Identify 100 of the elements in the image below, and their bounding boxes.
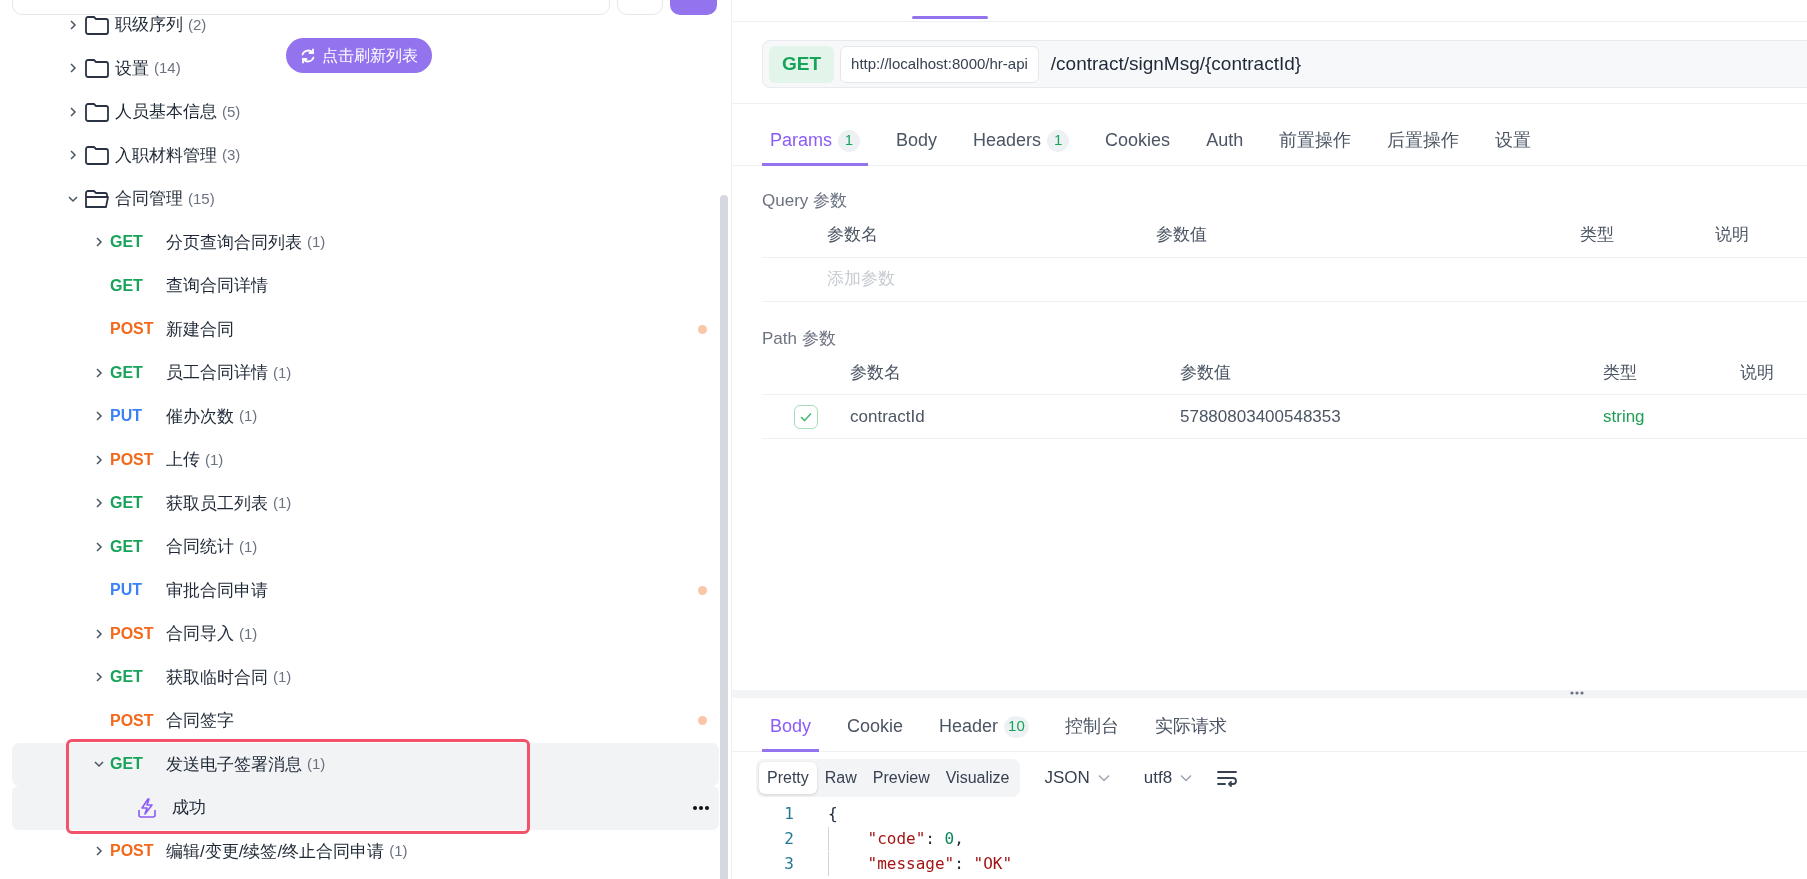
chevron-icon <box>95 453 103 466</box>
view-mode-option[interactable]: Visualize <box>937 762 1018 794</box>
column-header: 参数名 <box>850 361 902 384</box>
tree-item[interactable]: POST 上传 (1) <box>12 438 224 482</box>
method-label: POST <box>110 623 155 644</box>
code-line: "code": 0, <box>828 826 964 851</box>
view-mode-option[interactable]: Raw <box>816 762 865 794</box>
method-label: PUT <box>110 580 143 601</box>
url-path[interactable]: /contract/signMsg/{contractId} <box>1050 49 1302 79</box>
item-label: 获取临时合同 <box>166 666 268 689</box>
item-label: 编辑/变更/续签/终止合同申请 <box>166 840 385 863</box>
section-title: Path 参数 <box>761 327 837 350</box>
count-badge: 1 <box>838 129 860 152</box>
refresh-icon <box>300 47 316 64</box>
tab[interactable]: 设置 <box>1487 118 1540 166</box>
method-label: POST <box>110 841 155 862</box>
code-line: { <box>828 802 838 825</box>
item-label: 新建合同 <box>166 318 234 341</box>
chevron-icon <box>1097 774 1110 782</box>
tab[interactable]: 控制台 <box>1056 704 1127 752</box>
chevron-icon <box>69 149 77 162</box>
tree-item[interactable]: GET 查询合同详情 <box>12 264 268 308</box>
grip-icon <box>1570 691 1584 695</box>
table-cell-text: string <box>1603 405 1646 428</box>
tree-item[interactable]: GET 分页查询合同列表 (1) <box>12 220 326 264</box>
tree-item[interactable]: 职级序列 (2) <box>12 3 207 47</box>
method-label: GET <box>110 232 144 253</box>
checkbox[interactable] <box>794 404 818 429</box>
tree-item[interactable]: GET 员工合同详情 (1) <box>12 351 292 395</box>
tree-item[interactable]: POST 合同导入 (1) <box>12 612 258 656</box>
item-count: (1) <box>273 493 292 513</box>
column-header: 类型 <box>1580 224 1615 247</box>
tree-item[interactable]: 成功 <box>12 786 719 830</box>
dropdown[interactable]: utf8 <box>1133 765 1203 791</box>
tab[interactable]: Body <box>888 118 946 166</box>
chevron-icon <box>67 194 79 203</box>
method-label: GET <box>110 754 144 775</box>
tree-item[interactable]: 设置 (14) <box>12 46 181 90</box>
item-count: (14) <box>154 58 181 78</box>
dropdown[interactable]: JSON <box>1034 765 1120 791</box>
tab[interactable]: Auth <box>1198 118 1252 166</box>
item-count: (1) <box>389 841 408 861</box>
item-label: 分页查询合同列表 <box>166 231 302 254</box>
tree-item[interactable]: GET 合同统计 (1) <box>12 525 258 569</box>
item-label: 合同签字 <box>166 710 234 732</box>
chevron-icon <box>93 760 105 769</box>
wrap-icon <box>1216 769 1239 787</box>
tab[interactable]: Body <box>762 704 820 752</box>
line-number: 3 <box>783 852 794 875</box>
tab[interactable]: Cookies <box>1097 118 1179 166</box>
tab[interactable]: Cookie <box>839 704 912 752</box>
folder-icon <box>84 144 110 167</box>
method-label: GET <box>110 667 144 688</box>
chevron-icon <box>95 540 103 553</box>
tree-item[interactable]: PUT 催办次数 (1) <box>12 394 258 438</box>
code-line: "message": "OK" <box>828 851 1013 876</box>
item-count: (1) <box>273 362 292 383</box>
item-label: 上传 <box>166 449 200 471</box>
example-icon <box>136 796 158 819</box>
tab[interactable]: 实际请求 <box>1146 704 1235 752</box>
method-label: GET <box>110 362 144 383</box>
tree-item[interactable]: GET 获取临时合同 (1) <box>12 655 292 699</box>
count-badge: 1 <box>1047 129 1070 152</box>
item-count: (5) <box>222 101 241 122</box>
item-label: 设置 <box>115 57 149 80</box>
tree-item[interactable]: PUT 审批合同申请 <box>12 568 719 612</box>
method-label: POST <box>110 319 155 340</box>
tab[interactable]: 前置操作 <box>1271 118 1360 166</box>
method-label: GET <box>110 536 144 557</box>
tree-item[interactable]: 人员基本信息 (5) <box>12 90 241 134</box>
tree-item[interactable]: GET 发送电子签署消息 (1) <box>12 742 719 786</box>
tab[interactable]: 后置操作 <box>1379 118 1468 166</box>
method-label: GET <box>110 275 144 296</box>
tree-item[interactable]: 合同管理 (15) <box>12 177 215 221</box>
item-count: (1) <box>273 667 292 687</box>
tab[interactable]: Header 10 <box>931 704 1037 752</box>
view-mode-option[interactable]: Pretty <box>759 762 817 794</box>
refresh-button[interactable]: 点击刷新列表 <box>286 38 432 73</box>
tab[interactable]: Params 1 <box>762 118 868 166</box>
tree-item[interactable]: 入职材料管理 (3) <box>12 133 241 177</box>
tree-item[interactable]: POST 编辑/变更/续签/终止合同申请 (1) <box>12 829 408 873</box>
item-count: (2) <box>188 14 207 35</box>
method-label: GET <box>110 493 144 514</box>
view-mode-option[interactable]: Preview <box>864 762 938 794</box>
scrollbar[interactable] <box>720 195 728 879</box>
item-label: 入职材料管理 <box>115 144 217 167</box>
item-label: 催办次数 <box>166 405 234 428</box>
tree-item[interactable]: POST 合同签字 <box>12 699 719 743</box>
splitter[interactable] <box>732 690 1807 698</box>
tree-item[interactable]: GET 获取员工列表 (1) <box>12 481 292 525</box>
tab[interactable]: Headers 1 <box>965 118 1078 166</box>
column-header: 说明 <box>1740 361 1775 384</box>
tree-item[interactable]: POST 新建合同 <box>12 307 719 351</box>
item-count: (1) <box>307 754 326 774</box>
item-count: (1) <box>239 623 258 644</box>
folder-icon <box>84 57 110 80</box>
chevron-icon <box>95 366 103 379</box>
chevron-icon <box>95 236 103 249</box>
chevron-icon <box>1180 774 1193 782</box>
base-url[interactable]: http://localhost:8000/hr-api <box>840 45 1039 83</box>
